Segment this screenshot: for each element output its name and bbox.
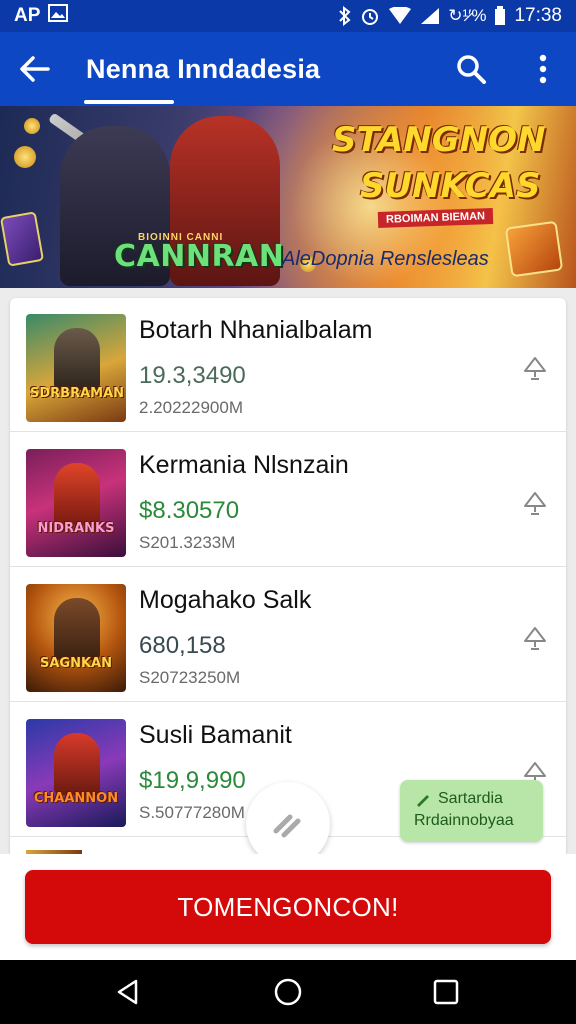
character-illustration xyxy=(54,598,100,660)
more-vert-icon xyxy=(539,54,547,84)
side-card-illustration xyxy=(504,220,564,278)
wifi-icon xyxy=(388,7,412,25)
banner-headline-2: SUNKCAS xyxy=(360,166,541,206)
toast-chip[interactable]: Sartardia Rrdainnobyaa xyxy=(400,780,543,842)
game-price: $19,9,990 xyxy=(139,767,246,794)
status-bar: AP ↻¹̷′% 17:38 xyxy=(0,0,576,32)
status-left-text: AP xyxy=(14,5,41,26)
game-meta: S.50777280M xyxy=(139,803,245,822)
pin-outline-icon xyxy=(524,492,546,515)
list-item[interactable]: SDRBRAMAN Botarh Nhanialbalam 19.3,3490 … xyxy=(10,298,566,432)
banner-headline-1: STANGNON xyxy=(332,120,546,160)
status-percent: ↻¹̷′% xyxy=(448,6,487,25)
game-price: $8.30570 xyxy=(139,497,240,524)
chip-line-1: Sartardia xyxy=(414,788,533,810)
game-thumbnail: NIDRANKS xyxy=(26,449,126,557)
pin-button[interactable] xyxy=(520,624,550,654)
alarm-icon xyxy=(360,6,380,26)
character-illustration xyxy=(54,733,100,795)
game-meta: S20723250M xyxy=(139,668,241,687)
nav-home-icon xyxy=(274,978,302,1006)
pencil-icon xyxy=(416,795,429,807)
pin-outline-icon xyxy=(524,357,546,380)
game-name: Susli Bamanit xyxy=(139,721,292,749)
back-arrow-icon xyxy=(20,56,50,82)
app-title: Nenna Inndadesia xyxy=(86,53,321,84)
search-icon xyxy=(457,55,486,84)
search-button[interactable] xyxy=(448,46,494,92)
game-name: Kermania Nlsnzain xyxy=(139,451,349,479)
pin-button[interactable] xyxy=(520,354,550,384)
game-thumbnail: SAGNKAN xyxy=(26,584,126,692)
banner-tagline: AleDopnia Renslesleas xyxy=(282,248,489,270)
bluetooth-icon xyxy=(338,6,352,26)
coin-icon xyxy=(24,118,40,134)
card-illustration xyxy=(0,211,45,267)
nav-recents-icon xyxy=(433,979,459,1005)
thumbnail-logo: CHAANNON xyxy=(33,791,119,806)
game-price: 680,158 xyxy=(139,632,226,659)
signal-icon xyxy=(420,7,440,25)
banner-logo: CANNRAN xyxy=(114,239,285,274)
tab-indicator xyxy=(84,100,174,104)
battery-icon xyxy=(494,6,506,26)
nav-recents-button[interactable] xyxy=(430,976,462,1008)
nav-back-button[interactable] xyxy=(112,976,144,1008)
game-name: Mogahako Salk xyxy=(139,586,312,614)
coin-icon xyxy=(14,146,36,168)
chip-text-2: Rrdainnobyaa xyxy=(414,812,514,829)
slash-icon xyxy=(273,814,301,838)
system-nav-bar xyxy=(0,960,576,1024)
pin-outline-icon xyxy=(524,627,546,650)
list-item[interactable]: NIDRANKS Kermania Nlsnzain $8.30570 S201… xyxy=(10,433,566,567)
cta-button[interactable]: TOMENGONCON! xyxy=(25,870,551,944)
chip-text-1: Sartardia xyxy=(438,790,503,807)
character-illustration xyxy=(54,463,100,525)
game-meta: 2.20222900M xyxy=(139,398,243,417)
app-bar: Nenna Inndadesia xyxy=(0,32,576,106)
thumbnail-logo: SDRBRAMAN xyxy=(30,386,125,401)
game-thumbnail: SDRBRAMAN xyxy=(26,314,126,422)
game-list: SDRBRAMAN Botarh Nhanialbalam 19.3,3490 … xyxy=(10,298,566,858)
status-right: ↻¹̷′% 17:38 xyxy=(338,5,562,27)
status-time: 17:38 xyxy=(514,5,562,26)
status-left: AP xyxy=(14,4,69,28)
image-icon xyxy=(48,4,69,28)
list-item[interactable]: SAGNKAN Mogahako Salk 680,158 S20723250M xyxy=(10,568,566,702)
character-illustration xyxy=(54,328,100,390)
more-options-button[interactable] xyxy=(522,46,564,92)
game-meta: S201.3233M xyxy=(139,533,236,552)
game-price: 19.3,3490 xyxy=(139,362,246,389)
back-button[interactable] xyxy=(0,32,70,106)
pin-button[interactable] xyxy=(520,489,550,519)
nav-back-icon xyxy=(117,979,138,1005)
thumbnail-logo: NIDRANKS xyxy=(37,521,115,536)
thumbnail-logo: SAGNKAN xyxy=(40,656,112,671)
game-name: Botarh Nhanialbalam xyxy=(139,316,373,344)
game-thumbnail: CHAANNON xyxy=(26,719,126,827)
nav-home-button[interactable] xyxy=(272,976,304,1008)
promo-banner[interactable]: BIOINNI CANNI CANNRAN STANGNON SUNKCAS R… xyxy=(0,106,576,288)
